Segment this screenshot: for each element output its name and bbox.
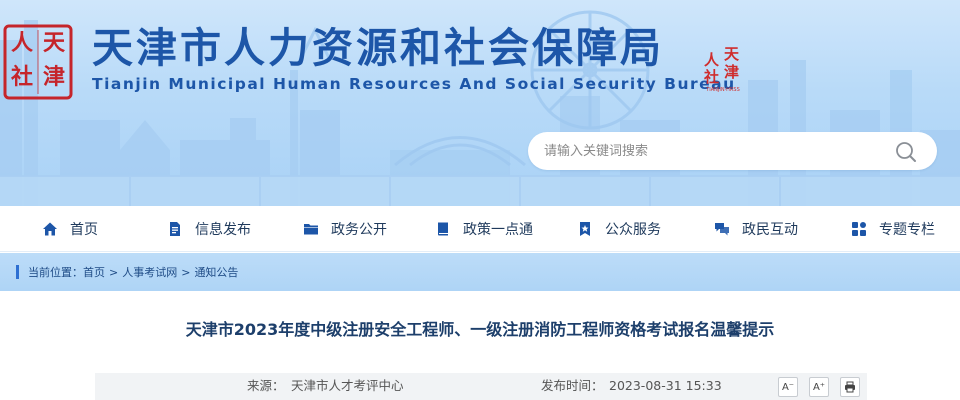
site-title: 天津市人力资源和社会保障局 [92, 24, 664, 72]
breadcrumb-link-home[interactable]: 首页 [83, 264, 105, 280]
nav-item-label: 公众服务 [605, 222, 661, 238]
source-value: 天津市人才考评中心 [291, 378, 404, 393]
article-meta-bar: 来源： 天津市人才考评中心 发布时间： 2023-08-31 15:33 A⁻ … [95, 373, 867, 400]
breadcrumb-link-notices[interactable]: 通知公告 [194, 264, 238, 280]
bookmark-star-icon [580, 222, 590, 236]
home-icon [43, 222, 57, 236]
book-icon [438, 222, 448, 236]
hrss-stamp-logo: 天 津 人 社 TIANJIN·HRSS [698, 45, 748, 94]
search-icon[interactable] [893, 139, 919, 165]
stamp-char: 天 [724, 45, 740, 63]
main-nav: 首页 信息发布 政务公开 政策一点通 公众服务 政民互动 专题专栏 [0, 206, 960, 252]
nav-item-label: 政策一点通 [463, 222, 533, 238]
font-decrease-button[interactable]: A⁻ [778, 377, 798, 397]
nav-item-label: 首页 [70, 222, 98, 238]
breadcrumb-prefix: 当前位置： [28, 266, 83, 279]
header-banner: 人 天 社 津 天津市人力资源和社会保障局 Tianjin Municipal … [0, 0, 960, 206]
chat-icon [715, 223, 729, 236]
breadcrumb-bar: 当前位置： 首页 > 人事考试网 > 通知公告 [0, 253, 960, 291]
date-label: 发布时间： [541, 378, 604, 393]
font-increase-button[interactable]: A⁺ [809, 377, 829, 397]
seal-char: 津 [43, 64, 66, 90]
nav-item-info-release[interactable]: 信息发布 [167, 206, 251, 252]
nav-item-label: 政务公开 [331, 222, 387, 238]
search-box [528, 132, 937, 170]
seal-char: 社 [11, 64, 34, 90]
seal-char: 人 [11, 30, 34, 56]
breadcrumb: 当前位置： 首页 > 人事考试网 > 通知公告 [16, 264, 238, 280]
nav-item-label: 信息发布 [195, 222, 251, 238]
bureau-seal-logo: 人 天 社 津 [3, 24, 73, 100]
nav-item-policy[interactable]: 政策一点通 [435, 206, 533, 252]
font-decrease-icon: A⁻ [781, 381, 795, 393]
font-increase-icon: A⁺ [812, 381, 826, 393]
breadcrumb-link-exam-site[interactable]: 人事考试网 [122, 264, 177, 280]
nav-item-special-topics[interactable]: 专题专栏 [851, 206, 935, 252]
grid-icon [852, 222, 866, 236]
breadcrumb-marker [16, 265, 19, 279]
document-icon [170, 222, 180, 236]
breadcrumb-separator: > [109, 265, 119, 279]
stamp-char: 人 [704, 51, 720, 69]
nav-item-public-service[interactable]: 公众服务 [577, 206, 661, 252]
date-value: 2023-08-31 15:33 [609, 378, 722, 393]
breadcrumb-separator: > [181, 265, 191, 279]
source-label: 来源： [247, 378, 285, 393]
article-title: 天津市2023年度中级注册安全工程师、一级注册消防工程师资格考试报名温馨提示 [185, 320, 775, 339]
nav-item-interaction[interactable]: 政民互动 [714, 206, 798, 252]
print-button[interactable] [840, 377, 860, 397]
nav-item-label: 专题专栏 [879, 222, 935, 238]
stamp-char: 社 [704, 68, 720, 86]
site-title-english: Tianjin Municipal Human Resources And So… [92, 75, 736, 93]
nav-item-home[interactable]: 首页 [42, 206, 98, 252]
print-icon [845, 381, 855, 393]
nav-item-government-affairs[interactable]: 政务公开 [303, 206, 387, 252]
stamp-char: 津 [724, 63, 740, 81]
seal-char: 天 [43, 30, 66, 56]
folder-icon [304, 224, 318, 235]
stamp-caption: TIANJIN·HRSS [706, 87, 740, 93]
search-input[interactable] [544, 141, 884, 161]
nav-item-label: 政民互动 [742, 222, 798, 238]
